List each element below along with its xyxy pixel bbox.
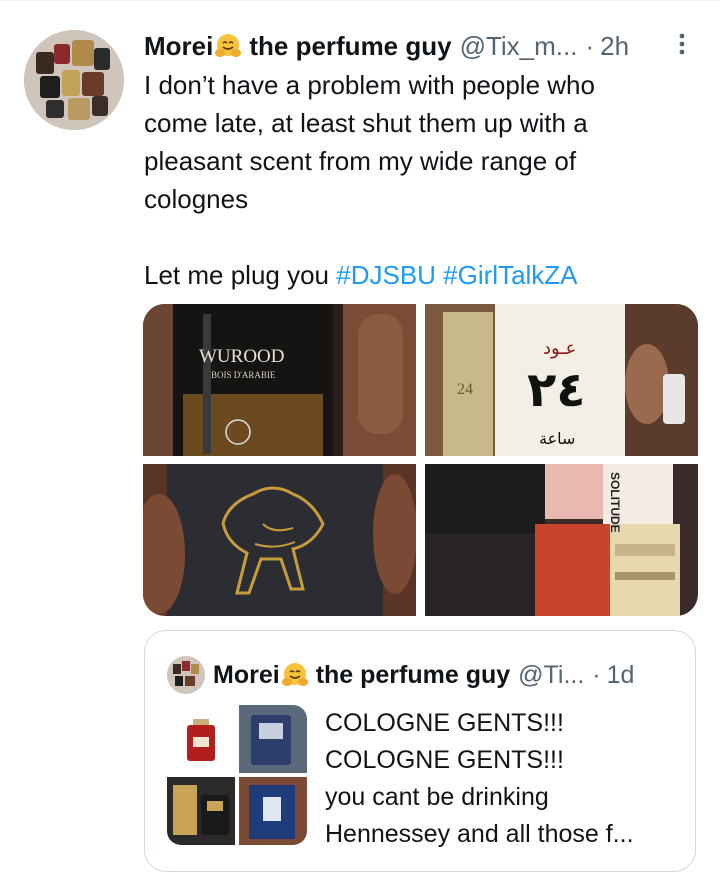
tweet[interactable]: Morei the perfume guy @Tix_m... · 2h I d…	[0, 0, 720, 875]
handle[interactable]: @Tix_m...	[460, 31, 578, 62]
plug-line: Let me plug you #DJSBU #GirlTalkZA	[144, 256, 684, 294]
hashtag-girltalkza[interactable]: #GirlTalkZA	[443, 260, 577, 290]
quoted-media[interactable]	[167, 705, 307, 845]
wurood-label: WUROOD	[199, 346, 285, 367]
side-24: 24	[457, 381, 473, 398]
quoted-display-name-suffix[interactable]: the perfume guy	[316, 661, 510, 690]
quoted-display-name[interactable]: Morei	[213, 661, 280, 690]
hugging-face-emoji-icon	[213, 31, 243, 61]
tweet-text-line: I don’t have a problem with people who	[144, 70, 595, 100]
tweet-text-line: pleasant scent from my wide range of	[144, 146, 577, 176]
quoted-text-line: COLOGNE GENTS!!!	[325, 709, 564, 737]
quoted-tweet[interactable]: Morei the perfume guy @Ti... · 1d COLOGN…	[144, 630, 696, 872]
hashtag-djsbu[interactable]: #DJSBU	[336, 260, 436, 290]
quoted-handle[interactable]: @Ti...	[518, 661, 584, 690]
tweet-text-line: come late, at least shut them up with a	[144, 108, 588, 138]
avatar[interactable]	[24, 30, 124, 130]
display-name-suffix[interactable]: the perfume guy	[249, 31, 451, 62]
tweet-header: Morei the perfume guy @Tix_m... · 2h	[144, 26, 684, 66]
quoted-avatar[interactable]	[167, 656, 205, 694]
bois-darabie-label: BOIS D'ARABIE	[211, 370, 276, 380]
saa-arabic: ساعة	[539, 429, 575, 448]
arabic-24: ٢٤	[527, 362, 586, 418]
quoted-header: Morei the perfume guy @Ti... · 1d	[167, 653, 634, 697]
divider	[0, 0, 720, 1]
hugging-face-emoji-icon	[280, 660, 310, 690]
media-image-1[interactable]: WUROOD BOIS D'ARABIE	[143, 304, 416, 456]
more-dots-icon[interactable]	[676, 30, 688, 60]
quoted-timestamp[interactable]: 1d	[607, 661, 635, 690]
tweet-text-line: colognes	[144, 184, 249, 214]
separator: ·	[585, 30, 595, 61]
quoted-text: COLOGNE GENTS!!! COLOGNE GENTS!!! you ca…	[325, 705, 677, 853]
quoted-text-line: Hennessey and all those f...	[325, 820, 634, 848]
media-grid: WUROOD BOIS D'ARABIE عـود ٢٤ ساعة 24 SOL…	[143, 304, 698, 616]
media-image-2[interactable]: عـود ٢٤ ساعة 24	[425, 304, 698, 456]
media-image-3[interactable]	[143, 464, 416, 616]
tweet-text: I don’t have a problem with people who c…	[144, 66, 684, 294]
media-image-4[interactable]: SOLITUDE	[425, 464, 698, 616]
quoted-text-line: you cant be drinking	[325, 783, 549, 811]
plug-text: Let me plug you	[144, 260, 337, 290]
quoted-separator: ·	[592, 660, 601, 689]
oud-arabic: عـود	[543, 338, 576, 359]
solitude-label: SOLITUDE	[608, 472, 622, 533]
quoted-text-line: COLOGNE GENTS!!!	[325, 746, 564, 774]
timestamp[interactable]: 2h	[600, 31, 629, 62]
display-name[interactable]: Morei	[144, 31, 213, 62]
